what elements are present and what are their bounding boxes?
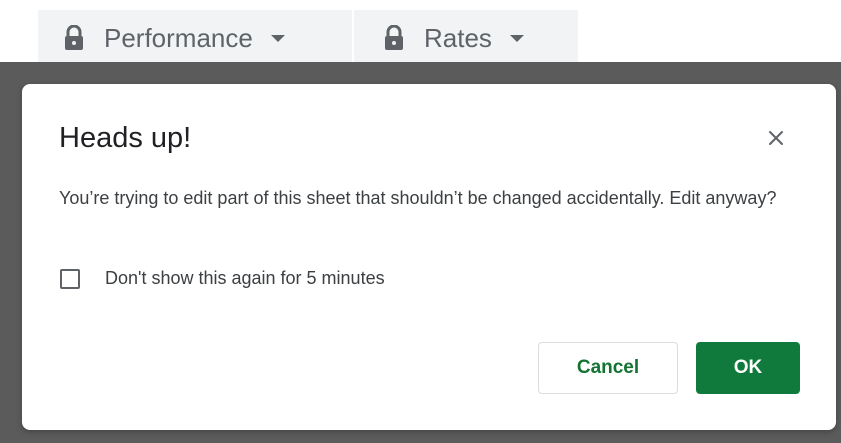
sheet-tab-rates[interactable]: Rates <box>354 10 578 66</box>
sheet-tab-label: Performance <box>104 22 253 53</box>
dont-show-again-option[interactable]: Don't show this again for 5 minutes <box>60 268 385 289</box>
sheet-tab-label: Rates <box>424 22 492 53</box>
spreadsheet-window: Performance Rates Heads up! You’re tryin… <box>0 0 841 443</box>
dialog-title: Heads up! <box>59 122 192 154</box>
close-icon <box>768 130 784 151</box>
ok-button[interactable]: OK <box>696 342 800 394</box>
sheet-tab-performance[interactable]: Performance <box>38 10 354 66</box>
caret-down-icon[interactable] <box>509 34 524 42</box>
close-button[interactable] <box>762 126 790 154</box>
dialog-message: You’re trying to edit part of this sheet… <box>59 188 777 208</box>
cancel-button[interactable]: Cancel <box>538 342 678 394</box>
lock-icon <box>64 24 84 51</box>
dont-show-again-checkbox[interactable] <box>60 268 80 289</box>
sheet-tab-bar: Performance Rates <box>38 10 578 66</box>
heads-up-dialog: Heads up! You’re trying to edit part of … <box>22 84 836 430</box>
lock-icon <box>384 24 404 51</box>
caret-down-icon[interactable] <box>270 34 285 42</box>
checkbox-label: Don't show this again for 5 minutes <box>105 268 385 288</box>
